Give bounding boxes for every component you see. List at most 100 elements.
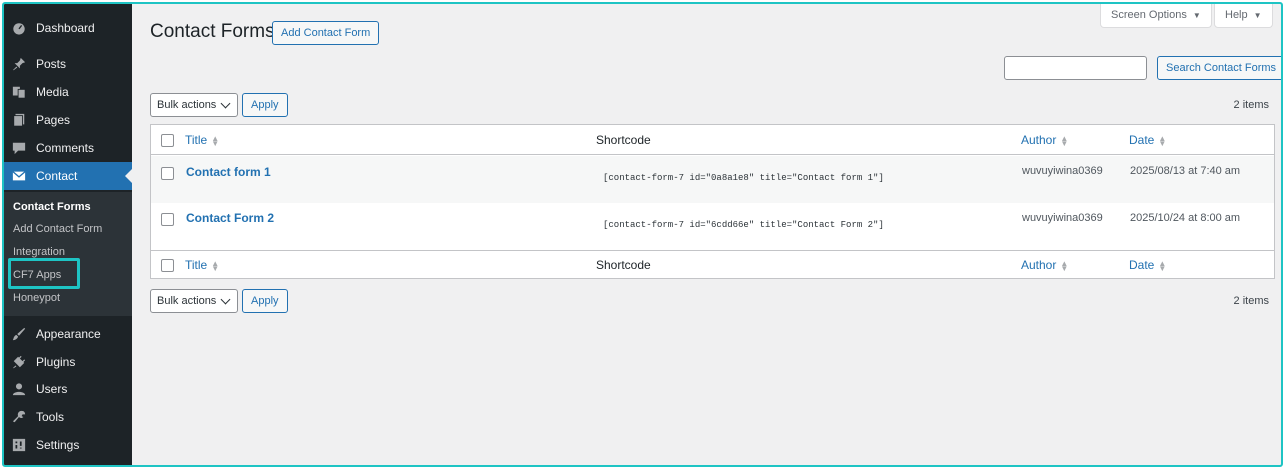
select-all-checkbox[interactable]	[161, 134, 174, 147]
submenu-integration[interactable]: Integration	[13, 246, 65, 258]
row-date: 2025/10/24 at 8:00 am	[1130, 212, 1241, 224]
caret-down-icon: ▼	[1253, 10, 1262, 20]
row-title-link[interactable]: Contact Form 2	[186, 211, 274, 225]
sort-icon: ▲ ▼	[1158, 133, 1167, 148]
sidebar-item-pages[interactable]: Pages	[4, 106, 132, 134]
sidebar-item-dashboard[interactable]: Dashboard	[4, 14, 132, 42]
row-date: 2025/08/13 at 7:40 am	[1130, 165, 1241, 177]
bulk-actions-select-top[interactable]: Bulk actions	[150, 93, 238, 117]
table-header-row: Title ▲ ▼ Shortcode Author ▲ ▼ Date ▲ ▼	[151, 125, 1274, 155]
add-contact-form-button[interactable]: Add Contact Form	[272, 21, 380, 45]
column-title-label: Title	[185, 258, 208, 272]
main-content: Contact Forms Add Contact Form Screen Op…	[132, 4, 1281, 465]
sidebar-item-plugins[interactable]: Plugins	[4, 348, 132, 376]
sidebar-item-contact[interactable]: Contact	[4, 162, 132, 190]
sidebar-item-posts[interactable]: Posts	[4, 50, 132, 78]
row-checkbox[interactable]	[161, 167, 174, 180]
sidebar-item-label: Plugins	[36, 355, 76, 369]
search-contact-forms-button[interactable]: Search Contact Forms	[1157, 56, 1281, 80]
pages-icon	[6, 113, 32, 127]
contact-forms-table: Title ▲ ▼ Shortcode Author ▲ ▼ Date ▲ ▼ Contac…	[150, 124, 1275, 279]
sidebar-item-settings[interactable]: Settings	[4, 431, 132, 459]
sidebar-item-label: Contact	[36, 169, 78, 183]
column-author-label: Author	[1021, 258, 1057, 272]
column-date-header[interactable]: Date ▲ ▼	[1129, 133, 1166, 147]
help-tab[interactable]: Help ▼	[1214, 4, 1273, 28]
column-shortcode-header: Shortcode	[596, 133, 651, 147]
chevron-down-icon	[220, 294, 231, 304]
row-checkbox[interactable]	[161, 213, 174, 226]
screen-options-label: Screen Options	[1111, 9, 1187, 21]
search-input[interactable]	[1004, 56, 1147, 80]
sidebar-item-label: Dashboard	[36, 21, 95, 35]
items-count-bottom: 2 items	[1233, 295, 1269, 307]
brush-icon	[6, 327, 32, 341]
highlight-box	[8, 258, 80, 289]
submenu-add-contact-form[interactable]: Add Contact Form	[13, 223, 102, 235]
submenu-honeypot[interactable]: Honeypot	[13, 292, 60, 304]
screenshot-frame: Dashboard Posts Media Pages Comments Con…	[2, 2, 1283, 467]
select-all-checkbox-footer[interactable]	[161, 259, 174, 272]
table-row: Contact form 1 [contact-form-7 id="0a8a1…	[151, 156, 1274, 203]
sidebar-item-label: Settings	[36, 438, 80, 452]
sort-icon: ▲ ▼	[1158, 258, 1167, 273]
apply-button-top[interactable]: Apply	[242, 93, 288, 117]
help-label: Help	[1225, 9, 1248, 21]
table-row: Contact Form 2 [contact-form-7 id="6cdd6…	[151, 203, 1274, 250]
comment-icon	[6, 141, 32, 155]
contact-submenu: Contact Forms Add Contact Form Integrati…	[4, 192, 132, 316]
row-author: wuvuyiwina0369	[1022, 165, 1103, 177]
apply-button-bottom[interactable]: Apply	[242, 289, 288, 313]
column-date-label: Date	[1129, 258, 1155, 272]
media-icon	[6, 85, 32, 99]
sidebar-item-label: Posts	[36, 57, 67, 71]
wrench-icon	[6, 410, 32, 424]
column-author-label: Author	[1021, 133, 1057, 147]
column-shortcode-footer: Shortcode	[596, 258, 651, 272]
plug-icon	[6, 355, 32, 369]
page-title: Contact Forms	[150, 21, 275, 42]
bulk-actions-label: Bulk actions	[157, 99, 217, 111]
sidebar-item-label: Users	[36, 382, 68, 396]
row-title-link[interactable]: Contact form 1	[186, 165, 271, 179]
sort-icon: ▲ ▼	[211, 133, 220, 148]
pin-icon	[6, 57, 32, 71]
table-footer-row: Title ▲ ▼ Shortcode Author ▲ ▼ Date ▲ ▼	[151, 250, 1274, 280]
settings-icon	[6, 438, 32, 452]
sidebar-item-label: Pages	[36, 113, 71, 127]
items-count-top: 2 items	[1233, 99, 1269, 111]
sidebar-item-users[interactable]: Users	[4, 375, 132, 403]
column-author-header[interactable]: Author ▲ ▼	[1021, 133, 1068, 147]
sidebar-item-label: Comments	[36, 141, 95, 155]
chevron-down-icon	[220, 98, 231, 108]
sort-icon: ▲ ▼	[1060, 133, 1069, 148]
sidebar-item-comments[interactable]: Comments	[4, 134, 132, 162]
row-author: wuvuyiwina0369	[1022, 212, 1103, 224]
column-title-header[interactable]: Title ▲ ▼	[185, 133, 219, 147]
row-shortcode: [contact-form-7 id="0a8a1e8" title="Cont…	[603, 173, 884, 183]
bulk-actions-select-bottom[interactable]: Bulk actions	[150, 289, 238, 313]
sidebar-item-label: Appearance	[36, 327, 101, 341]
sidebar-item-appearance[interactable]: Appearance	[4, 320, 132, 348]
column-title-label: Title	[185, 133, 208, 147]
dashboard-icon	[6, 21, 32, 35]
sidebar-item-label: Media	[36, 85, 69, 99]
column-author-footer[interactable]: Author ▲ ▼	[1021, 258, 1068, 272]
row-shortcode: [contact-form-7 id="6cdd66e" title="Cont…	[603, 220, 884, 230]
bulk-actions-label: Bulk actions	[157, 295, 217, 307]
sort-icon: ▲ ▼	[211, 258, 220, 273]
caret-down-icon: ▼	[1192, 10, 1201, 20]
submenu-contact-forms[interactable]: Contact Forms	[13, 201, 91, 213]
sidebar-item-media[interactable]: Media	[4, 78, 132, 106]
screen-options-tab[interactable]: Screen Options ▼	[1100, 4, 1212, 28]
sidebar-item-label: Tools	[36, 410, 65, 424]
column-date-footer[interactable]: Date ▲ ▼	[1129, 258, 1166, 272]
active-indicator	[125, 169, 132, 183]
column-title-footer[interactable]: Title ▲ ▼	[185, 258, 219, 272]
admin-sidebar: Dashboard Posts Media Pages Comments Con…	[4, 4, 132, 465]
column-date-label: Date	[1129, 133, 1155, 147]
sidebar-item-tools[interactable]: Tools	[4, 403, 132, 431]
users-icon	[6, 382, 32, 396]
sort-icon: ▲ ▼	[1060, 258, 1069, 273]
mail-icon	[6, 169, 32, 183]
